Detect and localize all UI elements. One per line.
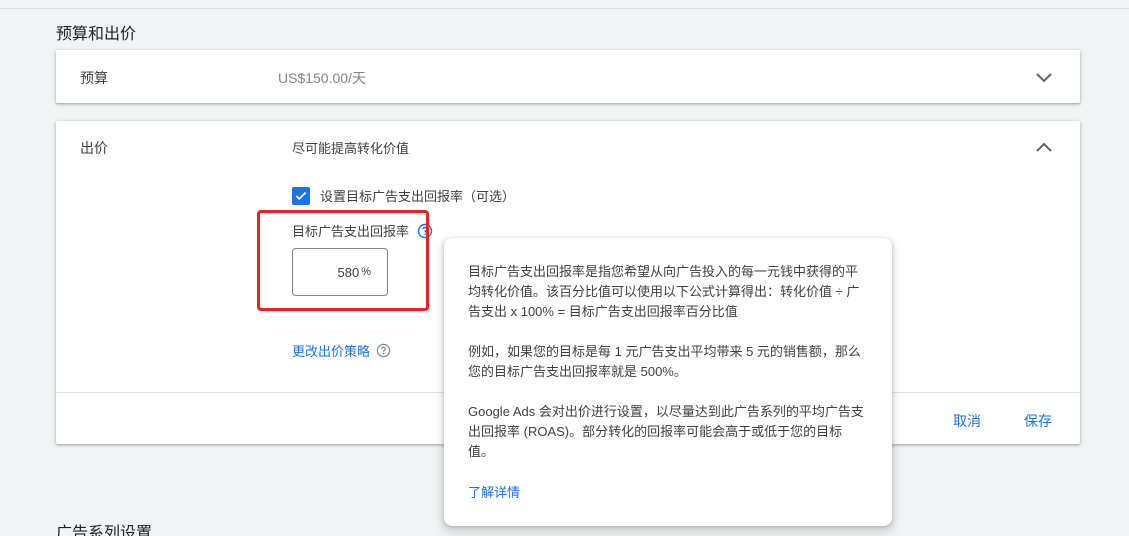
- check-icon: [295, 191, 307, 200]
- target-roas-unit: %: [361, 266, 371, 278]
- change-bid-strategy-link[interactable]: 更改出价策略: [292, 341, 370, 360]
- target-roas-input[interactable]: 580 %: [292, 248, 388, 296]
- help-circle-icon[interactable]: [417, 223, 433, 239]
- save-button[interactable]: 保存: [1024, 411, 1052, 431]
- learn-more-link[interactable]: 了解详情: [468, 482, 868, 501]
- budget-value: US$150.00/天: [278, 70, 366, 86]
- chevron-up-icon[interactable]: [1032, 136, 1056, 160]
- target-roas-checkbox-row[interactable]: 设置目标广告支出回报率（可选）: [292, 186, 515, 205]
- budget-bidding-section-title: 预算和出价: [56, 26, 137, 43]
- budget-card[interactable]: 预算 US$150.00/天: [56, 50, 1080, 103]
- roas-label-row: 目标广告支出回报率: [292, 221, 433, 240]
- bid-strategy-name: 尽可能提高转化价值: [292, 141, 410, 156]
- roas-help-tooltip: 目标广告支出回报率是指您希望从向广告投入的每一元钱中获得的平均转化价值。该百分比…: [444, 238, 892, 526]
- tooltip-paragraph-example: 例如，如果您的目标是每 1 元广告支出平均带来 5 元的销售额，那么您的目标广告…: [468, 344, 861, 379]
- target-roas-value: 580: [337, 264, 360, 280]
- bidding-label: 出价: [80, 140, 108, 156]
- chevron-down-icon[interactable]: [1032, 65, 1056, 89]
- campaign-settings-section-title: 广告系列设置: [56, 525, 153, 536]
- cancel-button[interactable]: 取消: [953, 411, 981, 431]
- tooltip-paragraph-definition: 目标广告支出回报率是指您希望从向广告投入的每一元钱中获得的平均转化价值。该百分比…: [468, 264, 860, 319]
- roas-field-label: 目标广告支出回报率: [292, 224, 410, 239]
- tooltip-paragraph-google-ads: Google Ads 会对出价进行设置，以尽量达到此广告系列的平均广告支出回报率…: [468, 404, 864, 459]
- target-roas-checkbox-label: 设置目标广告支出回报率（可选）: [320, 189, 516, 204]
- help-circle-icon[interactable]: [376, 343, 391, 358]
- budget-label: 预算: [80, 70, 108, 86]
- change-bid-strategy-row: 更改出价策略: [292, 341, 391, 360]
- target-roas-checkbox[interactable]: [292, 186, 310, 205]
- top-divider: [0, 0, 1129, 9]
